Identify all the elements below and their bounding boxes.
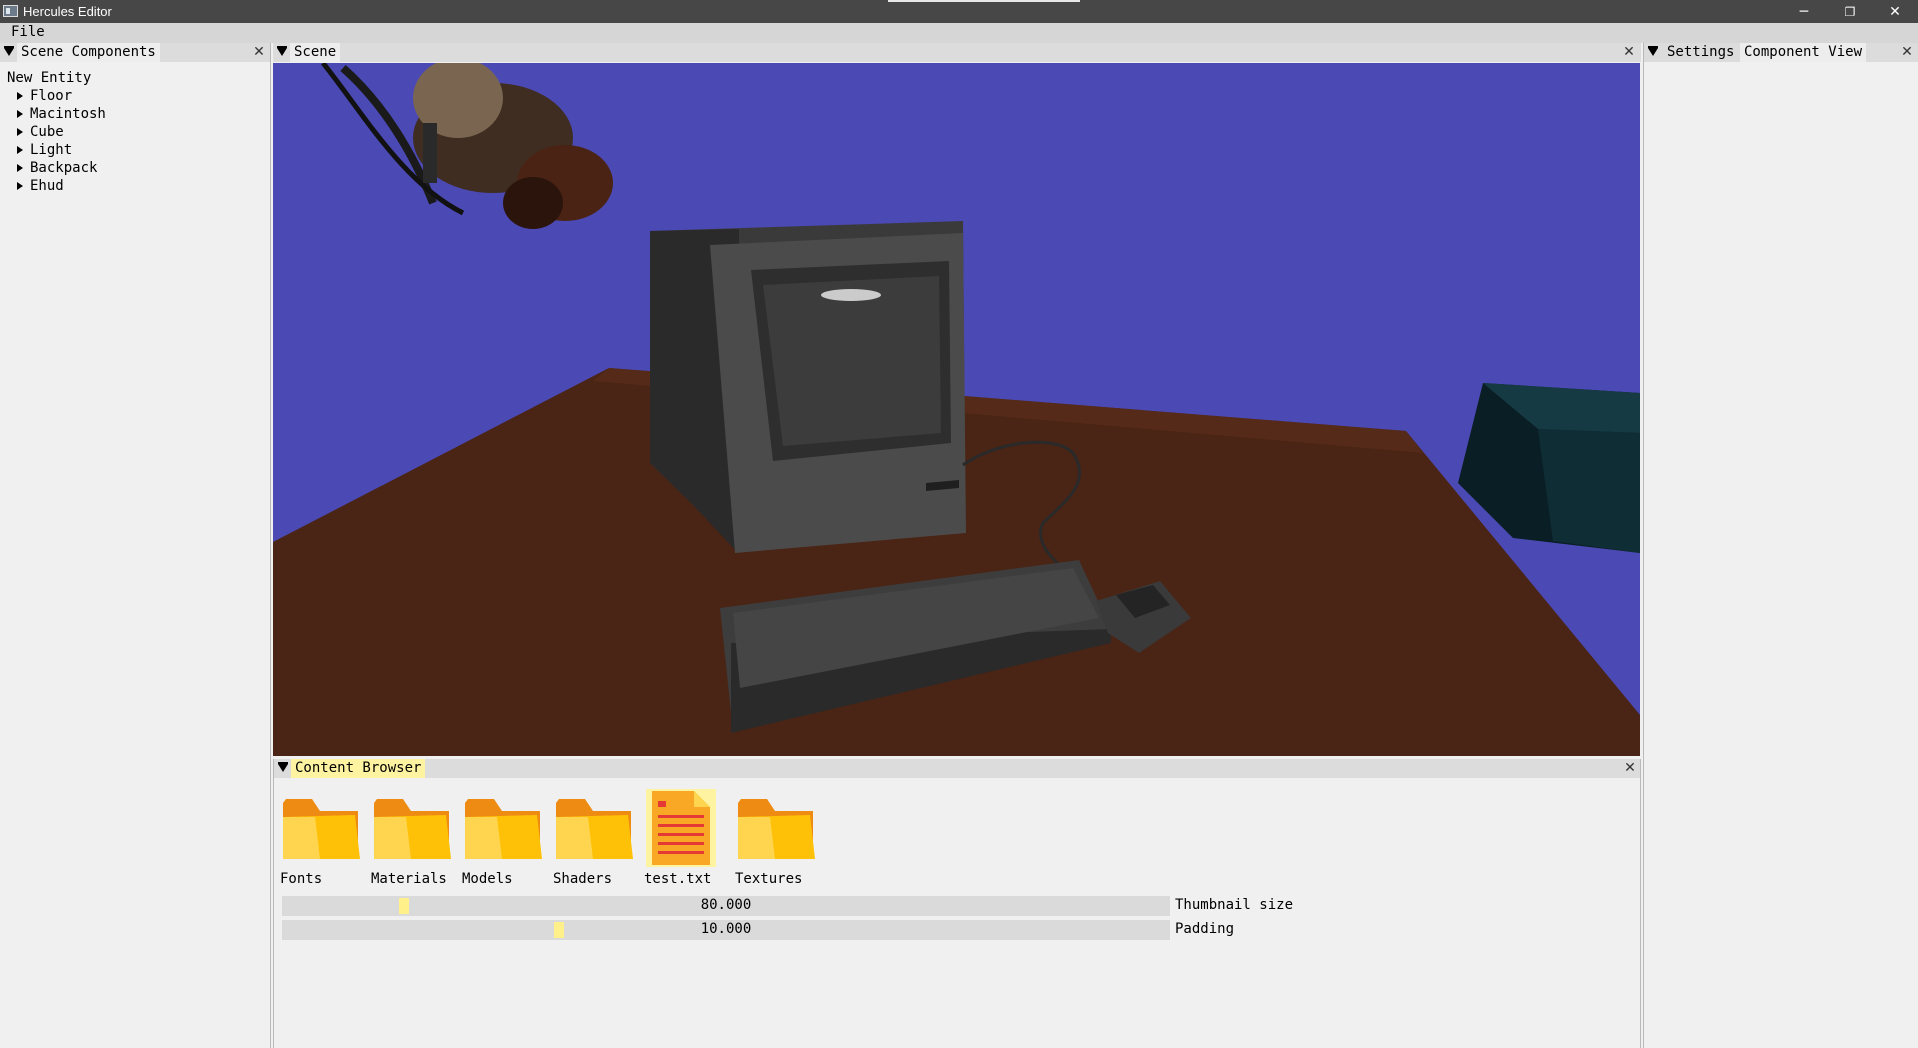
folder-icon — [465, 799, 542, 859]
tree-root-new-entity[interactable]: New Entity — [7, 69, 106, 87]
close-icon[interactable]: ✕ — [1623, 760, 1637, 776]
tree-item-macintosh[interactable]: Macintosh — [7, 105, 106, 123]
menu-bar: File — [0, 23, 1918, 43]
app-icon — [3, 5, 18, 17]
tree-item-backpack[interactable]: Backpack — [7, 159, 106, 177]
title-focus-indicator — [888, 0, 1080, 2]
window-title: Hercules Editor — [23, 4, 112, 19]
folder-icon — [374, 799, 451, 859]
slider-label: Padding — [1175, 921, 1235, 937]
collapse-arrow-icon[interactable] — [277, 46, 287, 56]
scene-panel: Scene ✕ — [273, 43, 1641, 757]
cube-side-face — [1538, 429, 1640, 553]
thumbnail-size-slider[interactable]: 80.000 — [282, 896, 1170, 916]
tree-item-label: Macintosh — [30, 106, 106, 122]
padding-row: 10.000 Padding — [282, 920, 1602, 940]
slider-value: 10.000 — [700, 921, 752, 937]
collapse-arrow-icon[interactable] — [4, 46, 14, 56]
collapse-arrow-icon[interactable] — [1648, 46, 1658, 56]
expand-arrow-icon[interactable] — [17, 182, 23, 190]
expand-arrow-icon[interactable] — [17, 164, 23, 172]
tab-content-browser[interactable]: Content Browser — [291, 759, 426, 778]
tab-scene[interactable]: Scene — [290, 43, 341, 62]
window-close-icon[interactable]: ✕ — [1872, 0, 1918, 23]
expand-arrow-icon[interactable] — [17, 92, 23, 100]
settings-header: Settings Component View ✕ — [1644, 43, 1918, 62]
title-bar: Hercules Editor ─ ❐ ✕ — [0, 0, 1918, 23]
tab-settings[interactable]: Settings — [1663, 43, 1738, 62]
text-file-icon — [646, 789, 716, 867]
tree-item-ehud[interactable]: Ehud — [7, 177, 106, 195]
tree-item-label: Ehud — [30, 178, 64, 194]
minimize-icon[interactable]: ─ — [1781, 0, 1827, 23]
menu-file[interactable]: File — [11, 24, 45, 40]
slider-value: 80.000 — [700, 897, 752, 913]
content-item-label: Materials — [371, 871, 447, 887]
editor-window: Hercules Editor ─ ❐ ✕ File Scene Compone… — [0, 0, 1918, 1048]
collapse-arrow-icon[interactable] — [278, 762, 288, 772]
restore-icon[interactable]: ❐ — [1827, 0, 1873, 23]
slider-label: Thumbnail size — [1175, 897, 1294, 913]
scene-header: Scene ✕ — [273, 43, 1641, 62]
expand-arrow-icon[interactable] — [17, 110, 23, 118]
entity-tree: New Entity Floor Macintosh Cube Light Ba… — [7, 69, 106, 195]
scene-components-header: Scene Components ✕ — [0, 43, 270, 62]
expand-arrow-icon[interactable] — [17, 128, 23, 136]
tree-item-label: Floor — [30, 88, 73, 104]
tree-item-floor[interactable]: Floor — [7, 87, 106, 105]
padding-slider[interactable]: 10.000 — [282, 920, 1170, 940]
scene-render — [273, 63, 1640, 756]
content-browser-header: Content Browser ✕ — [274, 759, 1640, 778]
content-item-label: test.txt — [644, 871, 712, 887]
folder-icon — [283, 799, 360, 859]
thumbnail-size-row: 80.000 Thumbnail size — [282, 896, 1602, 916]
tree-item-label: Cube — [30, 124, 64, 140]
content-item-label: Textures — [735, 871, 803, 887]
expand-arrow-icon[interactable] — [17, 146, 23, 154]
scene-viewport[interactable] — [273, 63, 1640, 756]
scene-components-panel: Scene Components ✕ New Entity Floor Maci… — [0, 43, 271, 1048]
close-icon[interactable]: ✕ — [1622, 44, 1636, 60]
folder-icon — [556, 799, 633, 859]
tree-item-label: Light — [30, 142, 73, 158]
content-item-label: Fonts — [280, 871, 323, 887]
tree-item-label: Backpack — [30, 160, 98, 176]
folder-icon — [738, 799, 815, 859]
content-item-label: Shaders — [553, 871, 613, 887]
settings-panel: Settings Component View ✕ — [1643, 43, 1918, 1048]
tab-scene-components[interactable]: Scene Components — [17, 43, 160, 62]
close-icon[interactable]: ✕ — [1900, 44, 1914, 60]
content-browser-panel: Content Browser ✕ Fonts Materials Models… — [273, 759, 1641, 1048]
content-item-label: Models — [462, 871, 513, 887]
close-icon[interactable]: ✕ — [252, 44, 266, 60]
tree-item-light[interactable]: Light — [7, 141, 106, 159]
tree-item-cube[interactable]: Cube — [7, 123, 106, 141]
tab-component-view[interactable]: Component View — [1740, 43, 1867, 62]
